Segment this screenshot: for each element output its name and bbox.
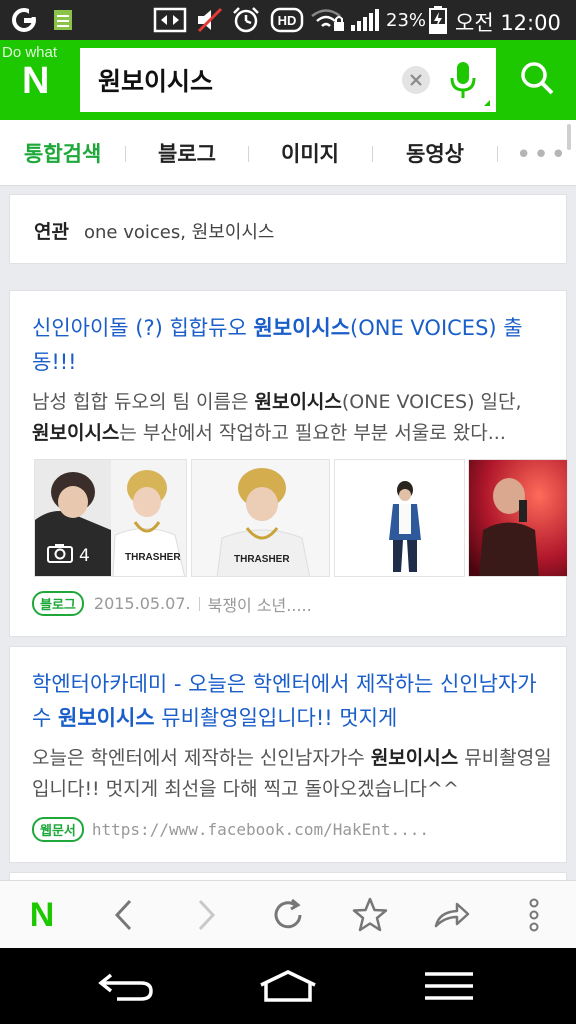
overlay-caption: Do what xyxy=(2,44,58,61)
clear-icon[interactable] xyxy=(402,66,430,94)
system-nav-bar xyxy=(0,948,576,1024)
android-menu-icon[interactable] xyxy=(414,966,484,1006)
tab-blog[interactable]: 블로그 xyxy=(158,138,216,168)
camera-icon xyxy=(47,543,73,568)
thumbnail-image[interactable]: THRASHER xyxy=(191,459,330,577)
snippet-text: 남성 힙합 듀오의 팀 이름은 xyxy=(32,391,255,413)
search-button[interactable] xyxy=(498,40,576,120)
photo-count-badge: 4 xyxy=(47,543,90,568)
related-label: 연관 xyxy=(34,221,69,243)
screen-mirror-icon xyxy=(152,7,188,33)
share-icon[interactable] xyxy=(430,893,474,937)
svg-text:THRASHER: THRASHER xyxy=(234,554,290,565)
result-url[interactable]: https://www.facebook.com/HakEnt.... xyxy=(92,820,429,839)
title-highlight: 원보이시스 xyxy=(253,316,351,340)
more-tabs-button[interactable]: ••• xyxy=(516,140,568,170)
refresh-icon[interactable] xyxy=(266,893,310,937)
thumbnail-strip: THRASHER 4 THRASHER xyxy=(34,459,568,577)
source-type-badge: 웹문서 xyxy=(32,817,84,842)
source-type-badge: 블로그 xyxy=(32,591,84,616)
result-meta: 블로그 2015.05.07. 북쟁이 소년..... xyxy=(32,591,312,616)
tab-divider xyxy=(372,146,373,162)
result-card: 신인아이돌 (?) 힙합듀오 원보이시스(ONE VOICES) 출동!!! 남… xyxy=(9,290,568,637)
snippet-highlight: 원보이시스 xyxy=(370,747,459,769)
result-title-link[interactable]: 학엔터아카데미 - 오늘은 학엔터에서 제작하는 신인남자가수 원보이시스 뮤비… xyxy=(32,667,552,735)
result-title-link[interactable]: 신인아이돌 (?) 힙합듀오 원보이시스(ONE VOICES) 출동!!! xyxy=(32,311,552,379)
tab-divider xyxy=(497,146,498,162)
g-logo-icon xyxy=(10,7,38,32)
result-snippet: 오늘은 학엔터에서 제작하는 신인남자가수 원보이시스 뮤비촬영일입니다!! 멋… xyxy=(32,743,552,805)
result-card: 학엔터아카데미 - 오늘은 학엔터에서 제작하는 신인남자가수 원보이시스 뮤비… xyxy=(9,646,567,863)
blog-source[interactable]: 북쟁이 소년..... xyxy=(208,592,312,616)
tab-divider xyxy=(248,146,249,162)
result-meta: 웹문서 https://www.facebook.com/HakEnt.... xyxy=(32,817,429,842)
naver-logo[interactable]: N xyxy=(22,60,49,103)
svg-text:HD: HD xyxy=(278,13,297,28)
result-snippet: 남성 힙합 듀오의 팀 이름은 원보이시스(ONE VOICES) 일단, 원보… xyxy=(32,387,552,449)
photo-count: 4 xyxy=(79,545,90,566)
tab-video[interactable]: 동영상 xyxy=(406,138,464,168)
title-highlight: 원보이시스 xyxy=(58,706,155,730)
title-text: 뮤비촬영일입니다!! 멋지게 xyxy=(154,706,398,730)
status-bar: HD 23% 오전 12:00 xyxy=(0,0,576,40)
scrollbar[interactable] xyxy=(567,124,571,150)
thumbnail-image[interactable] xyxy=(334,459,465,577)
snippet-highlight: 원보이시스 xyxy=(32,422,120,444)
thumbnail-image[interactable] xyxy=(468,459,568,577)
related-keywords[interactable]: one voices, 원보이시스 xyxy=(84,218,274,244)
snippet-text: 는 부산에서 작업하고 필요한 부분 서울로 왔다... xyxy=(119,422,506,444)
search-header: Do what N xyxy=(0,40,576,120)
snippet-text: (ONE VOICES) 일단, xyxy=(341,391,522,413)
battery-percent: 23% xyxy=(386,10,427,31)
snippet-text: 오늘은 학엔터에서 제작하는 신인남자가수 xyxy=(32,747,371,769)
search-icon xyxy=(519,60,555,100)
title-text: 신인아이돌 (?) 힙합듀오 xyxy=(32,316,254,340)
alarm-icon xyxy=(230,7,262,33)
bookmark-star-icon[interactable] xyxy=(348,893,392,937)
svg-text:THRASHER: THRASHER xyxy=(125,552,181,563)
android-home-icon[interactable] xyxy=(253,966,323,1006)
tab-all[interactable]: 통합검색 xyxy=(24,138,101,168)
wifi-lock-icon xyxy=(310,8,346,32)
tab-divider xyxy=(125,146,126,162)
thumbnail-image[interactable]: THRASHER 4 xyxy=(34,459,187,577)
related-searches: 연관 one voices, 원보이시스 xyxy=(9,194,567,264)
hd-voice-icon: HD xyxy=(270,7,304,33)
mute-icon xyxy=(194,7,224,33)
snippet-highlight: 원보이시스 xyxy=(254,391,342,413)
more-vert-icon[interactable] xyxy=(512,893,556,937)
search-input[interactable] xyxy=(98,60,398,100)
naver-home-icon[interactable]: N xyxy=(20,893,64,937)
mic-icon[interactable] xyxy=(448,58,478,102)
search-tabs: 통합검색 블로그 이미지 동영상 ••• xyxy=(0,120,576,186)
notes-icon xyxy=(52,8,74,32)
battery-charging-icon xyxy=(428,6,448,34)
browser-toolbar: N xyxy=(0,880,576,948)
tab-image[interactable]: 이미지 xyxy=(281,138,339,168)
post-date: 2015.05.07. xyxy=(93,594,191,613)
meta-divider xyxy=(198,596,200,611)
search-box xyxy=(80,48,496,112)
clock: 오전 12:00 xyxy=(455,11,561,35)
back-icon[interactable] xyxy=(102,893,146,937)
forward-icon[interactable] xyxy=(184,893,228,937)
android-back-icon[interactable] xyxy=(92,966,162,1006)
signal-icon xyxy=(348,8,382,32)
dropdown-corner-icon xyxy=(484,100,490,106)
naver-home-logo: N xyxy=(29,895,55,934)
